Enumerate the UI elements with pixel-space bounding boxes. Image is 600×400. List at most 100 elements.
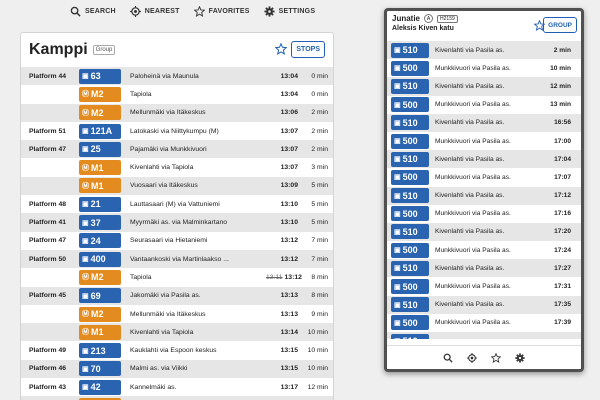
route-badge[interactable]: ▣ 213 [79, 343, 121, 359]
route-badge[interactable]: ▣510 [391, 224, 429, 240]
route-badge[interactable]: ▣ 24 [79, 233, 121, 249]
bus-icon: ▣ [82, 256, 89, 264]
group-button[interactable]: GROUP [543, 17, 577, 33]
route-badge[interactable]: ▣ 25 [79, 141, 121, 157]
platform-label: Platform 48 [29, 200, 67, 208]
popup-departure-row[interactable]: ▣ 500 Munkkivuori via Pasila as. 17:39 [387, 313, 581, 332]
route-badge[interactable]: ▣510 [391, 42, 429, 58]
departure-row[interactable]: Platform 49 ▣ 213 Kauklahti via Espoon kesk… [21, 341, 333, 360]
departure-row[interactable]: Platform 50 ▣ 400 Vantaankoski via Martinla… [21, 249, 333, 269]
departure-row[interactable]: Platform 46 ▣ 70 Malmi as. via Viikki 13:15 1… [21, 359, 333, 379]
route-badge[interactable]: ▣ 500 [391, 97, 429, 113]
departure-time: 13:04 [266, 91, 298, 98]
route-badge[interactable]: ▣510 [391, 333, 429, 339]
destination: Munkkivuori via Pasila as. [435, 64, 511, 72]
route-badge[interactable]: Ⓜ M2 [79, 306, 121, 322]
route-badge[interactable]: Ⓜ M2 [79, 105, 121, 121]
route-badge[interactable]: ▣ 500 [391, 169, 429, 185]
stops-button[interactable]: STOPS [291, 41, 325, 58]
route-badge[interactable]: ▣510 [391, 115, 429, 131]
nav-settings[interactable]: SETTINGS [264, 5, 316, 17]
route-badge[interactable]: ▣ 500 [391, 60, 429, 76]
departure-row[interactable]: Platform 41 ▣ 37 Myyrmäki as. via Malminkar… [21, 213, 333, 232]
departure-row[interactable]: Ⓜ M1 Vuosaari via Itäkeskus 13:09 5 min [21, 176, 333, 196]
departure-row[interactable]: ⓂM1 [21, 396, 333, 400]
route-badge[interactable]: ⓂM1 [79, 160, 121, 176]
popup-departure-row[interactable]: ▣ 500 Munkkivuori via Pasila as. 17:16 [387, 204, 581, 223]
popup-departure-row[interactable]: ▣ 510 Kivenlahti via Pasila as. 16:56 [387, 113, 581, 132]
route-badge[interactable]: ▣510 [391, 188, 429, 204]
bus-icon: ▣ [394, 101, 401, 109]
route-badge[interactable]: ▣ 21 [79, 196, 121, 212]
bus-icon: ▣ [394, 65, 401, 73]
route-badge[interactable]: Ⓜ M2 [79, 269, 121, 285]
departure-row[interactable]: Ⓜ M2 Tapiola 13:04 0 min [21, 85, 333, 104]
departure-time: 17:12 [554, 192, 571, 200]
route-badge[interactable]: ▣510 [391, 297, 429, 313]
popup-departure-row[interactable]: ▣ 510 Kivenlahti via Pasila as. 17:20 [387, 222, 581, 242]
popup-departure-row[interactable]: ▣510 [387, 332, 581, 339]
popup-departure-row[interactable]: ▣ 510 Kivenlahti via Pasila as. 2 min [387, 41, 581, 60]
popup-departure-row[interactable]: ▣ 500 Munkkivuori via Pasila as. 17:00 [387, 131, 581, 151]
departure-row[interactable]: Platform 51 ▣ 121A Latokaski via Niittykump… [21, 121, 333, 141]
location-target-icon[interactable] [467, 352, 477, 363]
destination: Munkkivuori via Pasila as. [435, 246, 511, 254]
route-badge[interactable]: ▣ 70 [79, 361, 121, 377]
platform-label: Platform 43 [29, 383, 67, 391]
route-badge[interactable]: ▣510 [391, 260, 429, 276]
popup-departure-row[interactable]: ▣ 510 Kivenlahti via Pasila as. 17:12 [387, 186, 581, 205]
popup-departure-row[interactable]: ▣ 500 Munkkivuori via Pasila as. 10 min [387, 59, 581, 78]
nav-favorites[interactable]: FAVORITES [193, 5, 250, 17]
popup-departure-row[interactable]: ▣ 510 Kivenlahti via Pasila as. 17:04 [387, 150, 581, 169]
popup-departure-row[interactable]: ▣ 500 Munkkivuori via Pasila as. 17:07 [387, 168, 581, 187]
bus-icon: ▣ [394, 319, 401, 327]
departure-row[interactable]: Platform 44 ▣ 63 Paloheinä via Maunula 13:04… [21, 67, 333, 86]
route-badge[interactable]: ▣ 500 [391, 206, 429, 222]
route-badge[interactable]: ▣ 63 [79, 68, 121, 84]
route-badge[interactable]: ▣ 500 [391, 242, 429, 258]
nav-nearest[interactable]: NEAREST [129, 5, 180, 17]
route-badge[interactable]: ▣ 121A [79, 123, 121, 139]
destination: Seurasaari via Hietaniemi [130, 237, 208, 245]
departure-row[interactable]: Platform 48 ▣ 21 Lauttasaari (M) via Vattun… [21, 195, 333, 214]
popup-departure-row[interactable]: ▣ 510 Kivenlahti via Pasila as. 17:27 [387, 259, 581, 278]
departure-row[interactable]: Ⓜ M2 Tapiola 13:11 13:12 8 min [21, 268, 333, 287]
minutes-until: 7 min [311, 255, 328, 263]
route-badge[interactable]: ⓂM1 [79, 324, 121, 340]
route-badge[interactable]: ▣ 500 [391, 315, 429, 331]
search-icon[interactable] [443, 353, 453, 363]
stop-popup: Junatie A H2159 Aleksis Kiven katu GROUP… [384, 8, 584, 372]
favorite-star-icon[interactable] [275, 43, 287, 55]
departure-row[interactable]: Ⓜ M1 Kivenlahti via Tapiola 13:07 3 min [21, 158, 333, 177]
popup-departure-row[interactable]: ▣ 500 Munkkivuori via Pasila as. 17:24 [387, 241, 581, 260]
popup-departure-row[interactable]: ▣ 500 Munkkivuori via Pasila as. 17:31 [387, 277, 581, 296]
route-badge[interactable]: ▣ 500 [391, 279, 429, 295]
route-badge[interactable]: ▣ 69 [79, 288, 121, 304]
departure-row[interactable]: Ⓜ M2 Mellunmäki via Itäkeskus 13:13 9 min [21, 304, 333, 324]
departure-row[interactable]: Platform 45 ▣ 69 Jakomäki via Pasila as. 13:… [21, 286, 333, 305]
route-badge[interactable]: ▣ 37 [79, 215, 121, 231]
route-badge[interactable]: Ⓜ M2 [79, 86, 121, 102]
departure-row[interactable]: Platform 43 ▣ 42 Kannelmäki as. 13:17 12 min [21, 378, 333, 397]
departure-row[interactable]: Platform 47 ▣ 25 Pajamäki via Munkkivuori 13… [21, 140, 333, 159]
route-badge[interactable]: ⓂM1 [79, 178, 121, 194]
star-icon[interactable] [491, 352, 501, 363]
route-badge[interactable]: ▣ 500 [391, 133, 429, 149]
popup-departure-row[interactable]: ▣ 510 Kivenlahti via Pasila as. 17:35 [387, 295, 581, 314]
route-number: 69 [90, 290, 101, 301]
gear-icon[interactable] [515, 352, 525, 363]
destination: Malmi as. via Viikki [130, 365, 188, 373]
route-badge[interactable]: ▣510 [391, 151, 429, 167]
popup-departure-row[interactable]: ▣ 500 Munkkivuori via Pasila as. 13 min [387, 95, 581, 114]
departure-time: 13:07 [266, 146, 298, 153]
popup-departure-row[interactable]: ▣ 510 Kivenlahti via Pasila as. 12 min [387, 77, 581, 96]
route-badge[interactable]: ▣ 42 [79, 379, 121, 395]
departure-row[interactable]: Ⓜ M2 Mellunmäki via Itäkeskus 13:06 2 min [21, 103, 333, 122]
minutes-until: 2 min [311, 127, 328, 135]
departure-row[interactable]: Ⓜ M1 Kivenlahti via Tapiola 13:14 10 min [21, 323, 333, 342]
nav-search[interactable]: SEARCH [70, 6, 116, 17]
route-badge[interactable]: ▣510 [391, 78, 429, 94]
departure-row[interactable]: Platform 47 ▣ 24 Seurasaari via Hietaniemi 1… [21, 231, 333, 250]
route-badge[interactable]: ▣ 400 [79, 251, 121, 267]
metro-icon: Ⓜ [82, 329, 89, 337]
